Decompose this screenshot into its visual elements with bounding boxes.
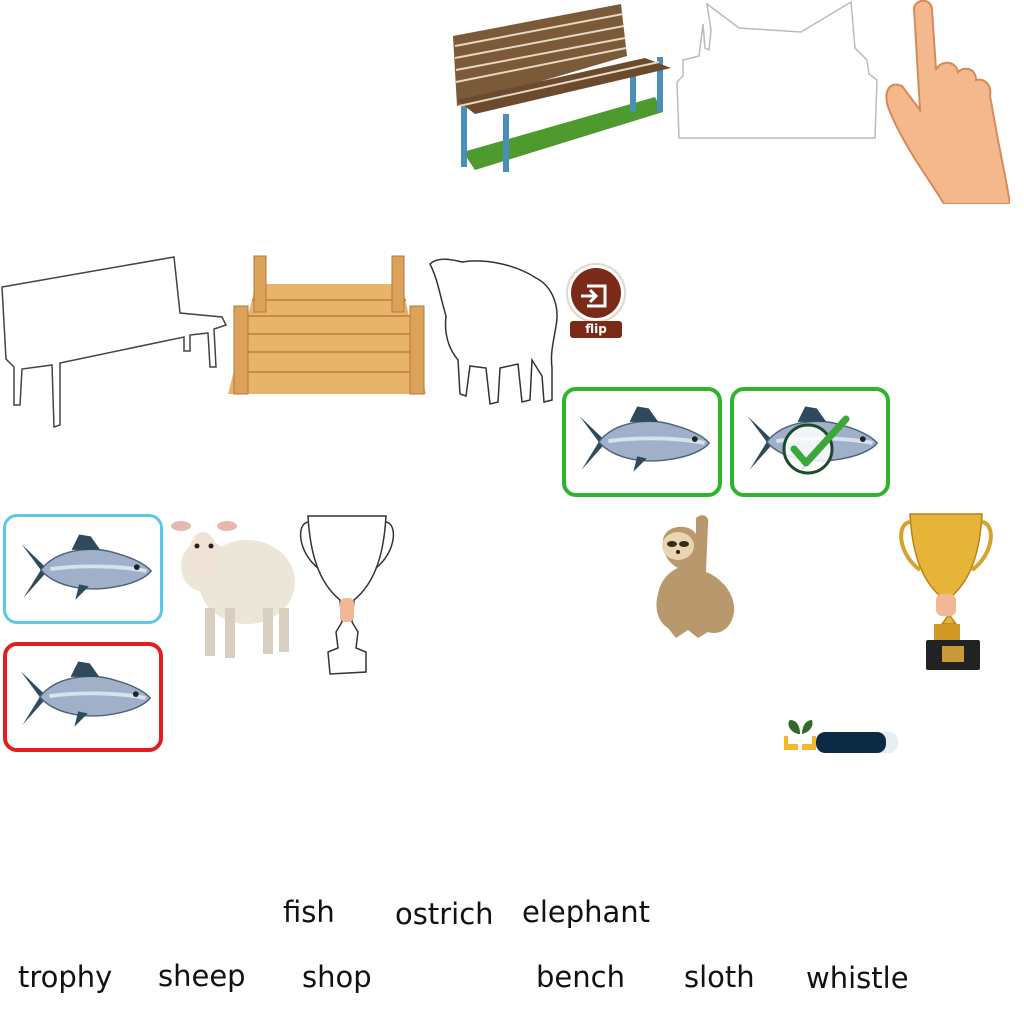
- word-sheep[interactable]: sheep: [158, 962, 246, 991]
- word-whistle[interactable]: whistle: [806, 964, 909, 993]
- progress-fill: [816, 732, 886, 753]
- progress-bar: [816, 732, 898, 753]
- bench-picture[interactable]: [445, 2, 675, 174]
- flip-label: flip: [570, 321, 622, 338]
- word-ostrich[interactable]: ostrich: [395, 900, 494, 929]
- word-sloth[interactable]: sloth: [684, 963, 755, 992]
- fish-card-checked[interactable]: [730, 387, 890, 497]
- flip-button[interactable]: flip: [565, 262, 627, 342]
- pointing-hand: [885, 0, 1010, 204]
- word-elephant[interactable]: elephant: [522, 898, 650, 927]
- word-trophy[interactable]: trophy: [18, 963, 112, 992]
- trophy-picture[interactable]: [896, 512, 996, 674]
- trophy-outline[interactable]: [296, 512, 398, 678]
- plant-hands-logo: [784, 720, 816, 750]
- bench-outline[interactable]: [675, 0, 880, 142]
- sheep-picture[interactable]: [165, 512, 297, 662]
- word-bench[interactable]: bench: [536, 963, 625, 992]
- fish-card-wrong[interactable]: [3, 642, 163, 752]
- check-icon: [782, 415, 850, 475]
- bench-outline[interactable]: [0, 255, 228, 431]
- sloth-picture[interactable]: [638, 512, 742, 642]
- fish-card-correct[interactable]: [562, 387, 722, 497]
- wooden-pier-picture[interactable]: [226, 254, 432, 396]
- fish-picture: [19, 532, 154, 602]
- flip-icon: [566, 263, 626, 323]
- sheep-outline[interactable]: [428, 256, 562, 408]
- fish-picture: [18, 659, 153, 729]
- fish-card-selected[interactable]: [3, 514, 163, 624]
- word-shop[interactable]: shop: [302, 963, 372, 992]
- fish-picture: [577, 404, 712, 474]
- word-fish[interactable]: fish: [283, 898, 335, 927]
